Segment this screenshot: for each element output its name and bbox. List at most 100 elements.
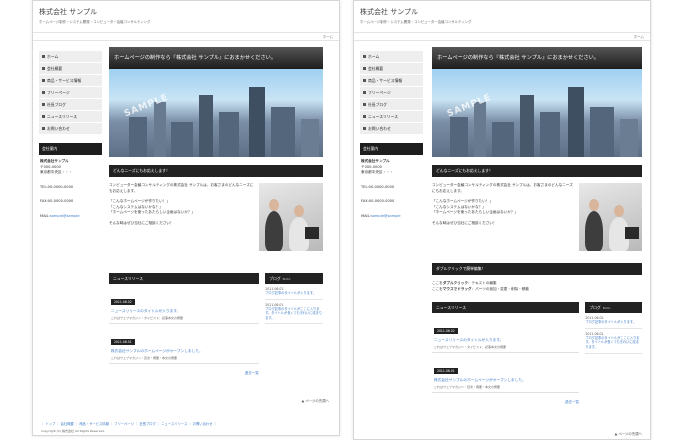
breadcrumb: ホーム [33,32,339,41]
bullet-icon [42,91,45,94]
company-mail-link[interactable]: sample@sample [371,214,401,218]
blog-title-link[interactable]: ブログ記事のタイトルが入ります。 [265,291,323,296]
news-heading: ニュースリリース [432,302,579,314]
news-item[interactable]: 2011.06.02 ニュースリリースのタイトルが入ります。 これはウェブマガジ… [432,313,579,354]
news-item[interactable]: 2011.06.02 ニュースリリースのタイトルが入ります。 これはウェブマガジ… [109,284,259,324]
news-section: ニュースリリース 2011.06.02 ニュースリリースのタイトルが入ります。 … [432,302,579,405]
sidebar-heading: 会社案内 [39,143,102,155]
nav-item-free-page[interactable]: フリーページ [360,87,423,99]
blog-title-link[interactable]: ブログ記事のタイトルがここに入ります。タイトルが長くてもきれいに収まります。 [585,336,642,350]
main-content: ホームページの制作なら『株式会社 サンプル』におまかせください。 SAMPLE … [109,47,323,375]
bullet-icon [363,55,366,58]
news-date: 2011.06.02 [434,328,458,335]
intro-paragraph-2c: 「ホームページを使ったあたらしい企画はないか？」 [109,210,196,215]
news-item[interactable]: 2011.06.01 株式会社サンプルのホームページがオープンしました。 これは… [432,353,579,394]
main-content: ホームページの制作なら『株式会社 サンプル』におまかせください。 SAMPLE … [432,47,642,404]
bullet-icon [363,91,366,94]
intro-paragraph-3: そんな時はぜひ当社にご相談ください！ [432,220,497,225]
breadcrumb-home-link[interactable]: ホーム [323,35,333,40]
news-title-link[interactable]: ニュースリリースのタイトルが入ります。 [111,309,257,314]
company-mail-link[interactable]: sample@sample [50,214,80,218]
dblclick-line-2: ここをマウスでドラッグ：パーツの追加・変更・削除・移動 [432,286,529,291]
intro-paragraph-2c: 「ホームページを使ったあたらしい企画はないか？」 [432,210,519,215]
news-blog-area: ニュースリリース 2011.06.02 ニュースリリースのタイトルが入ります。 … [432,302,642,404]
blog-heading: ブログ BLOG [265,273,323,284]
intro-section: コンピューター会議コンサルティングの株式会社 サンプルは、お客さまのどんなニーズ… [109,183,323,273]
sidebar: ホーム 会社概要 商品・サービス情報 フリーページ 社長ブログ ニュースリリース… [39,51,102,223]
sidebar-heading: 会社案内 [360,143,423,155]
news-date: 2011.06.02 [111,299,135,305]
scroll-top-link[interactable]: ▲ ページの先頭へ [302,398,329,403]
news-section: ニュースリリース 2011.06.02 ニュースリリースのタイトルが入ります。 … [109,273,259,376]
blog-item[interactable]: 2011.06.02 ブログ記事のタイトルが入ります。 [265,284,323,300]
site-tagline: ホームページ制作・システム開発・コンピューター会議コンサルティング [360,20,472,24]
company-info: 株式会社サンプル 〒000-0000 東京都中央区・・・ TEL:00-0000… [360,155,423,223]
bullet-icon [42,55,45,58]
bullet-icon [363,67,366,70]
bullet-icon [42,115,45,118]
blog-item[interactable]: 2011.06.01 ブログ記事のタイトルがここに入ります。タイトルが長くてもき… [265,300,323,325]
bullet-icon [42,103,45,106]
nav-item-contact[interactable]: お問い合わせ [39,123,102,135]
news-more-link[interactable]: 過去一覧 [432,400,579,405]
nav-item-contact[interactable]: お問い合わせ [360,123,423,135]
news-heading: ニュースリリース [109,273,259,284]
company-info: 株式会社サンプル 〒000-0000 東京都中央区・・・ TEL:00-0000… [39,155,102,223]
news-item[interactable]: 2011.06.01 株式会社サンプルのホームページがオープンしました。 これは… [109,324,259,364]
footer-links[interactable]: ｜ トップ ｜ 会社概要 ｜ 商品・サービス情報 ｜ フリーページ ｜ 社長ブロ… [41,421,217,426]
news-date: 2011.06.01 [434,368,458,375]
nav-item-company[interactable]: 会社概要 [39,63,102,75]
nav-item-products[interactable]: 商品・サービス情報 [39,75,102,87]
nav-item-home[interactable]: ホーム [360,51,423,63]
blog-title-link[interactable]: ブログ記事のタイトルがここに入ります。タイトルが長くてもきれいに収まります。 [265,307,323,321]
copyright: Copyright (C) 株式会社 All Rights Reserved. [41,429,105,433]
news-blog-area: ニュースリリース 2011.06.02 ニュースリリースのタイトルが入ります。 … [109,273,323,375]
company-mail: MAIL:sample@sample [361,213,401,218]
scroll-top-link[interactable]: ▲ ページの先頭へ [615,431,642,436]
news-meta: これはウェブマガジン・目次・概要・本文の概要 [434,385,501,390]
page-preview-left: 株式会社 サンプル ホームページ制作・システム開発・コンピューター会議コンサルテ… [32,0,340,436]
breadcrumb-home-link[interactable]: ホーム [634,35,644,40]
hero-banner: ホームページの制作なら『株式会社 サンプル』におまかせください。 [109,47,323,69]
news-more-link[interactable]: 過去一覧 [109,371,259,376]
bullet-icon [42,79,45,82]
news-meta: これはウェブマガジン・目次・概要・本文の概要 [111,356,178,360]
hero-banner: ホームページの制作なら『株式会社 サンプル』におまかせください。 [432,47,642,69]
office-photo [579,183,642,251]
site-tagline: ホームページ制作・システム開発・コンピューター会議コンサルティング [39,20,151,24]
news-title-link[interactable]: 株式会社サンプルのホームページがオープンしました。 [434,378,577,383]
intro-paragraph-1: コンピューター会議コンサルティングの株式会社 サンプルは、お客さまのどんなニーズ… [109,183,254,193]
bullet-icon [42,67,45,70]
intro-heading: どんなニーズにもお応えします！ [432,165,642,177]
dblclick-section: ダブルクリックで簡単編集！ ここをダブルクリック：テキストの編集 ここをマウスで… [432,263,642,292]
nav-item-news[interactable]: ニュースリリース [360,111,423,123]
blog-heading: ブログ BLOG [585,302,642,314]
blog-item[interactable]: 2011.06.02 ブログ記事のタイトルが入ります。 [585,313,642,329]
nav-item-blog[interactable]: 社長ブログ [360,99,423,111]
site-title[interactable]: 株式会社 サンプル [360,7,418,17]
sidebar: ホーム 会社概要 商品・サービス情報 フリーページ 社長ブログ ニュースリリース… [360,51,423,223]
dblclick-heading: ダブルクリックで簡単編集！ [432,263,642,275]
city-photo: SAMPLE [432,69,642,157]
bullet-icon [363,127,366,130]
news-title-link[interactable]: ニュースリリースのタイトルが入ります。 [434,338,577,343]
city-photo: SAMPLE [109,69,323,157]
bullet-icon [42,127,45,130]
bullet-icon [363,103,366,106]
blog-title-link[interactable]: ブログ記事のタイトルが入ります。 [585,320,642,325]
blog-item[interactable]: 2011.06.01 ブログ記事のタイトルがここに入ります。タイトルが長くてもき… [585,329,642,354]
nav-item-company[interactable]: 会社概要 [360,63,423,75]
bullet-icon [363,115,366,118]
office-photo [258,183,323,251]
nav-item-free-page[interactable]: フリーページ [39,87,102,99]
news-title-link[interactable]: 株式会社サンプルのホームページがオープンしました。 [111,349,257,354]
nav-item-home[interactable]: ホーム [39,51,102,63]
nav-item-blog[interactable]: 社長ブログ [39,99,102,111]
news-date: 2011.06.01 [111,339,135,345]
bullet-icon [363,79,366,82]
intro-paragraph-1: コンピューター会議コンサルティングの株式会社 サンプルは、お客さまのどんなニーズ… [432,183,573,193]
nav-item-news[interactable]: ニュースリリース [39,111,102,123]
news-meta: これはウェブマガジン・タイピスト：記事本文の概要 [434,345,507,350]
site-title[interactable]: 株式会社 サンプル [39,7,97,17]
nav-item-products[interactable]: 商品・サービス情報 [360,75,423,87]
